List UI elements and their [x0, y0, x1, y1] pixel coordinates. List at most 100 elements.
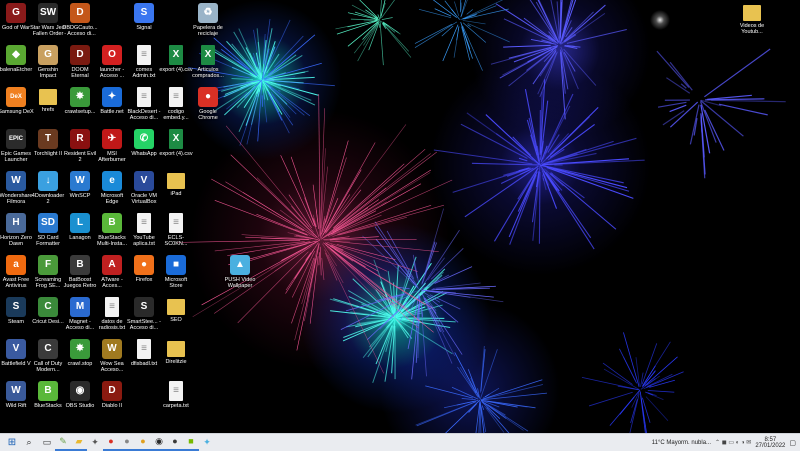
- desktop-icon[interactable]: BBlueStacks Multi-Insta...: [94, 213, 130, 247]
- desktop-icon[interactable]: VOracle VM VirtualBox: [126, 171, 162, 205]
- desktop-icon[interactable]: Direlitzie: [158, 339, 194, 365]
- weather-widget[interactable]: 11°C Mayorm. nubla...: [652, 440, 711, 446]
- desktop-icon[interactable]: VBattlefield V: [0, 339, 34, 367]
- desktop-icon[interactable]: ≡BlackDesert - Acceso di...: [126, 87, 162, 121]
- desktop-icon[interactable]: hrefs: [30, 87, 66, 113]
- desktop-icon[interactable]: WWow Sea Acceso...: [94, 339, 130, 373]
- firework-spark: [483, 393, 547, 400]
- app-icon: D: [70, 45, 90, 65]
- firework-spark: [529, 118, 537, 151]
- bird-icon[interactable]: ✦: [199, 435, 215, 451]
- desktop-icon[interactable]: ≡comes Admin.txt: [126, 45, 162, 79]
- desktop-icon[interactable]: ♻Papelera de reciclaje: [190, 3, 226, 37]
- notepad-icon[interactable]: ✎: [55, 435, 71, 451]
- desktop-icon[interactable]: ↓4Downloader 2: [30, 171, 66, 205]
- search-icon[interactable]: ⌕: [21, 435, 37, 451]
- desktop-icon[interactable]: SEO: [158, 297, 194, 323]
- desktop-icon[interactable]: Olauncher - Acceso ...: [94, 45, 130, 79]
- desktop-icon[interactable]: GGenshin Impact: [30, 45, 66, 79]
- start-button[interactable]: ⊞: [3, 435, 21, 451]
- firework-spark: [415, 22, 457, 48]
- desktop-icon[interactable]: aAvast Free Antivirus: [0, 255, 34, 289]
- task-view-icon[interactable]: ▭: [39, 435, 55, 451]
- desktop-icon[interactable]: XArticulos comprados...: [190, 45, 226, 79]
- desktop-icon[interactable]: SSmartStee... - Acceso di...: [126, 297, 162, 331]
- desktop-icon[interactable]: WWondershare Filmora: [0, 171, 34, 205]
- firework-spark: [711, 100, 786, 101]
- desktop-icon[interactable]: ✸crawlsetup...: [62, 87, 98, 115]
- desktop-icon[interactable]: ✦Battle.net: [94, 87, 130, 115]
- desktop-icon[interactable]: eMicrosoft Edge: [94, 171, 130, 205]
- desktop-icon[interactable]: ≡YouTube aplica.txt: [126, 213, 162, 247]
- desktop-icon[interactable]: DDiablo II: [94, 381, 130, 409]
- chrome-icon[interactable]: ●: [103, 435, 119, 451]
- firework-spark: [539, 172, 540, 244]
- desktop-icon[interactable]: HHorizon Zero Dawn: [0, 213, 34, 247]
- desktop-icon[interactable]: iPad: [158, 171, 194, 197]
- desktop-icon[interactable]: ●Firefox: [126, 255, 162, 283]
- nvidia-icon[interactable]: ■: [183, 435, 199, 451]
- desktop-icon[interactable]: CCall of Duty Modern...: [30, 339, 66, 373]
- app-icon[interactable]: ●: [119, 435, 135, 451]
- desktop-icon[interactable]: TTorchlight II: [30, 129, 66, 157]
- desktop-icon[interactable]: ●Google Chrome: [190, 87, 226, 121]
- tray-icons[interactable]: ⌃ ◼ ▭ ◐ ◑ ✉: [715, 439, 751, 446]
- desktop-icon[interactable]: SWStar Wars Jedi Fallen Order: [30, 3, 66, 37]
- desktop-icon[interactable]: LLanagon: [62, 213, 98, 241]
- desktop-icon[interactable]: ≡ECLS-SC0KN...: [158, 213, 194, 247]
- desktop-icon[interactable]: CCricut Desi...: [30, 297, 66, 325]
- desktop-icon[interactable]: BBatBoost Juegos Retro: [62, 255, 98, 289]
- firework-spark: [319, 252, 320, 265]
- desktop-icon[interactable]: ✆WhatsApp: [126, 129, 162, 157]
- desktop-icon[interactable]: DeXSamsung DeX: [0, 87, 34, 115]
- desktop-icon[interactable]: ≡codigo embed.y...: [158, 87, 194, 121]
- firework-spark: [280, 210, 314, 236]
- settings-icon[interactable]: ✦: [87, 435, 103, 451]
- chrome-dev-icon[interactable]: ●: [135, 435, 151, 451]
- chrome-canary-icon[interactable]: ●: [167, 435, 183, 451]
- desktop-icon[interactable]: ◆balenaEtcher: [0, 45, 34, 73]
- desktop-icon[interactable]: ✈MSI Afterburner: [94, 129, 130, 163]
- desktop-icon[interactable]: WWinSCP: [62, 171, 98, 199]
- desktop-icon[interactable]: WWild Rift: [0, 381, 34, 409]
- desktop-icon[interactable]: AATware - Acces...: [94, 255, 130, 289]
- desktop-icon[interactable]: ■Microsoft Store: [158, 255, 194, 289]
- desktop-icon[interactable]: Xexport (4).csv: [158, 45, 194, 73]
- desktop-icon[interactable]: ≡carpeta.txt: [158, 381, 194, 409]
- app-icon: ✆: [134, 129, 154, 149]
- desktop-icon-label: ECLS-SC0KN...: [158, 235, 194, 247]
- firework-spark: [455, 352, 477, 393]
- desktop-icon[interactable]: BBlueStacks: [30, 381, 66, 409]
- desktop-icon[interactable]: RResident Evil 2: [62, 129, 98, 163]
- firework-spark: [623, 332, 639, 387]
- desktop-icon[interactable]: ≡datos de radiosis.txt: [94, 297, 130, 331]
- desktop-icon[interactable]: SSignal: [126, 3, 162, 31]
- desktop-icon[interactable]: ✸crawl.stop: [62, 339, 98, 367]
- desktop-icon[interactable]: ◉OBS Studio: [62, 381, 98, 409]
- app-icon: B: [102, 213, 122, 233]
- desktop-icon[interactable]: ≡dfisbadl.txt: [126, 339, 162, 367]
- obs-icon[interactable]: ◉: [151, 435, 167, 451]
- desktop-icon[interactable]: Videos de Youtub...: [734, 3, 770, 35]
- firework-spark: [415, 24, 452, 43]
- desktop-icon[interactable]: DDOOM Eternal: [62, 45, 98, 79]
- firework-spark: [274, 36, 303, 67]
- clock[interactable]: 8:57 27/01/2022: [755, 437, 785, 449]
- desktop-icon[interactable]: Xexport (4).csv: [158, 129, 194, 157]
- firework-spark: [461, 22, 470, 49]
- file-explorer-icon[interactable]: ▰: [71, 435, 87, 451]
- desktop-icon[interactable]: MMagnet - Acceso di...: [62, 297, 98, 331]
- desktop-icon[interactable]: DDBDGCauto... - Acceso di...: [62, 3, 98, 37]
- desktop-icon[interactable]: FScreaming Frog SE...: [30, 255, 66, 289]
- firework-spark: [328, 184, 421, 236]
- notifications-icon[interactable]: ▢: [789, 439, 796, 447]
- desktop-icon[interactable]: SSteam: [0, 297, 34, 325]
- desktop-icon[interactable]: GGod of War: [0, 3, 34, 31]
- firework-spark: [553, 169, 629, 191]
- desktop-icon[interactable]: ▲PUSH Video Wallpaper: [222, 255, 258, 289]
- desktop-icon[interactable]: SDSD Card Formatter: [30, 213, 66, 247]
- desktop-icon[interactable]: EPICEpic Games Launcher: [0, 129, 34, 163]
- desktop-icon-label: Lanagon: [62, 235, 98, 241]
- desktop-icon-label: Genshin Impact: [30, 67, 66, 79]
- desktop-icon-label: carpeta.txt: [158, 403, 194, 409]
